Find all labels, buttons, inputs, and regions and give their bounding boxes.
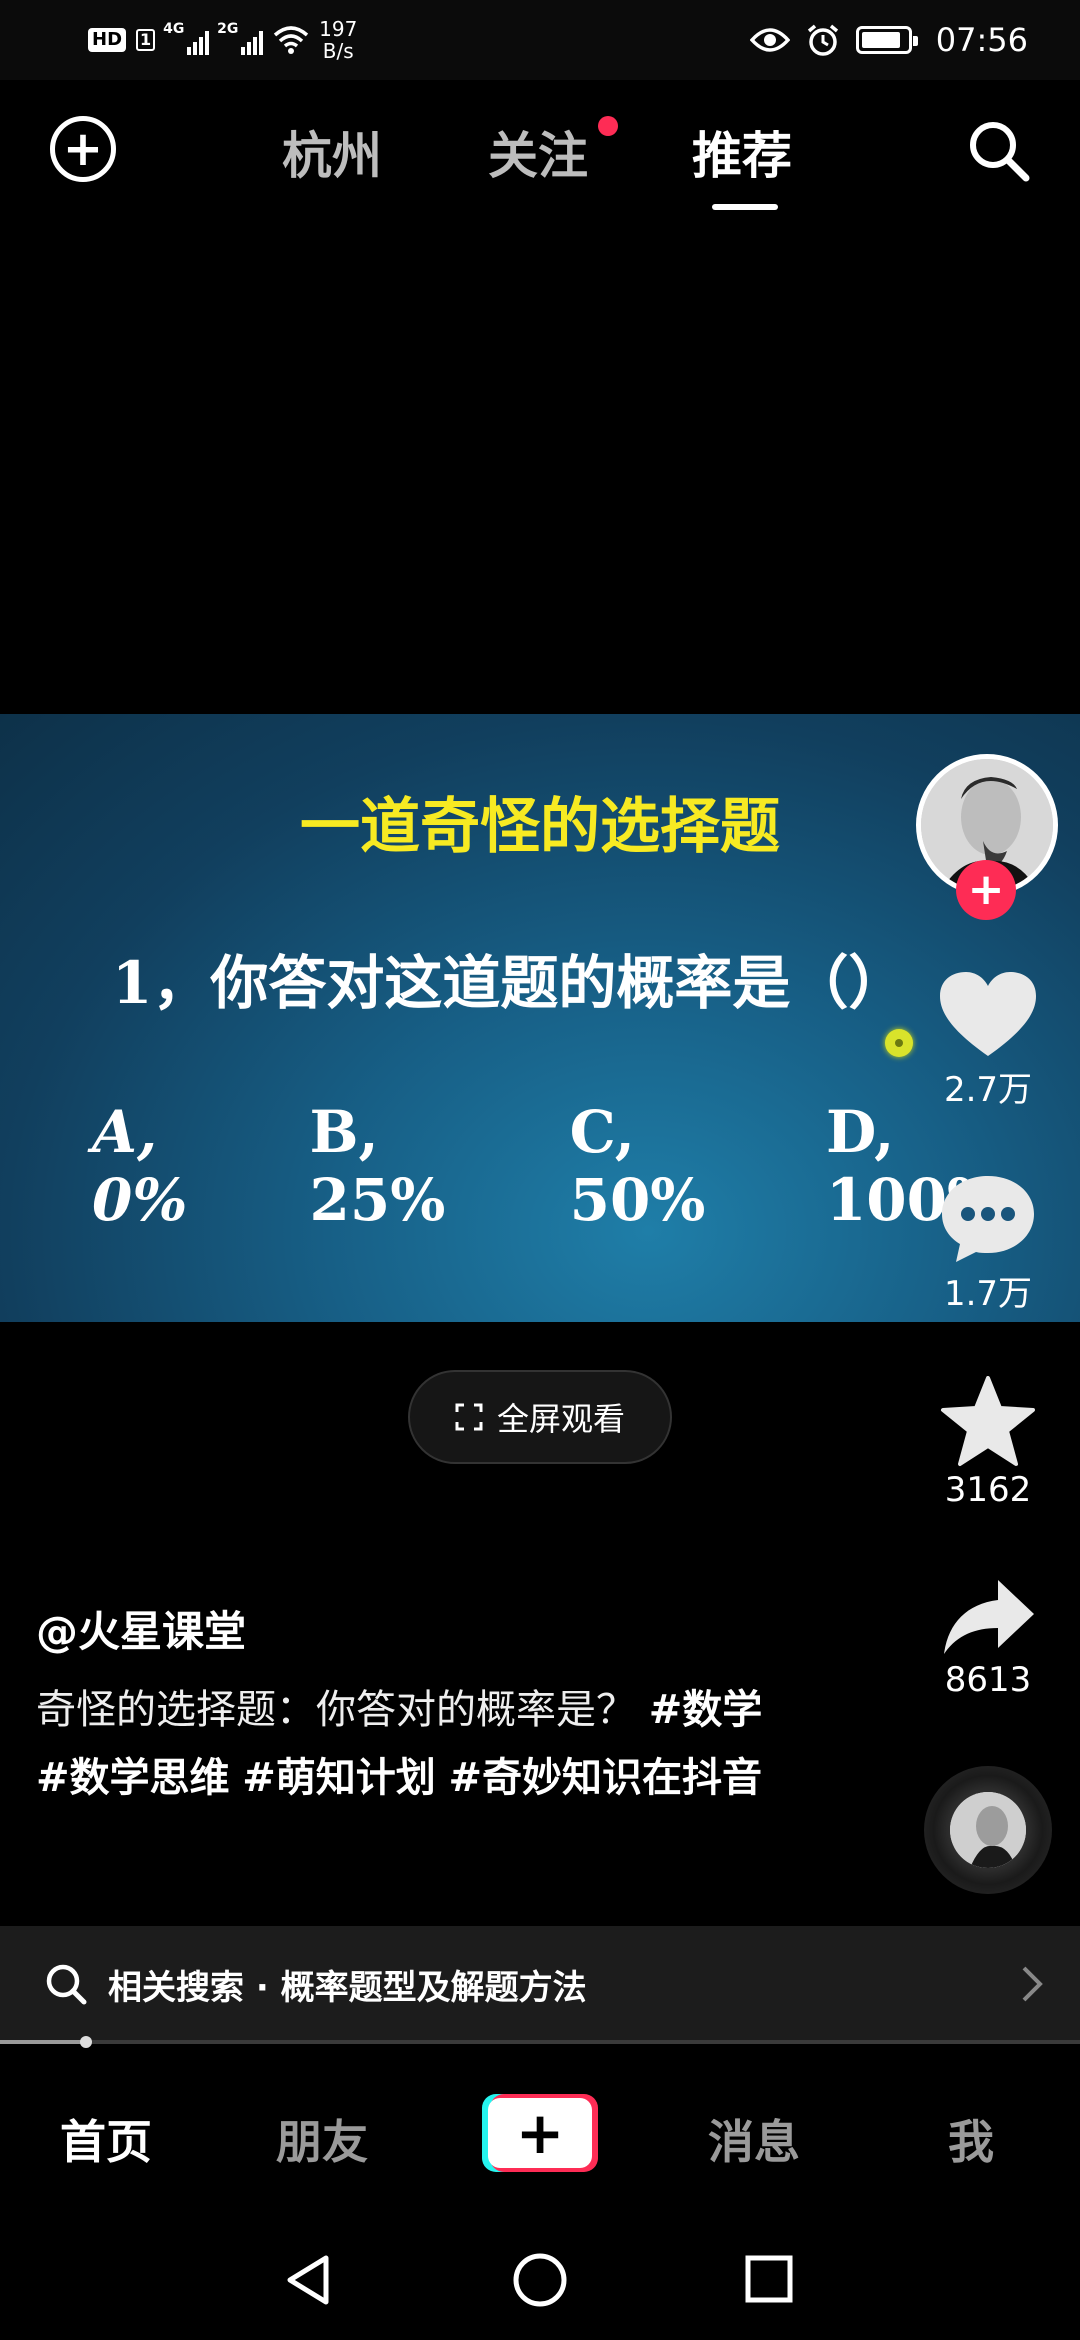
create-plus-icon: + bbox=[488, 2098, 592, 2168]
search-icon[interactable] bbox=[964, 116, 1034, 186]
fullscreen-button[interactable]: 全屏观看 bbox=[408, 1370, 672, 1464]
recents-icon[interactable] bbox=[744, 2254, 794, 2304]
create-button[interactable]: + bbox=[482, 2094, 598, 2172]
star-icon bbox=[941, 1376, 1035, 1466]
video-question-text: 1，你答对这道题的概率是（） bbox=[112, 949, 907, 1017]
notification-dot bbox=[598, 116, 618, 136]
progress-knob[interactable] bbox=[80, 2036, 93, 2048]
like-count: 2.7万 bbox=[943, 1070, 1033, 1110]
music-disc[interactable] bbox=[924, 1766, 1052, 1894]
signal-icon-2: 2G bbox=[217, 21, 264, 55]
comment-icon bbox=[942, 1176, 1034, 1262]
battery-icon bbox=[855, 26, 918, 54]
heart-icon bbox=[940, 972, 1036, 1056]
sim-badge: 1 bbox=[136, 29, 156, 51]
tab-messages[interactable]: 消息 bbox=[708, 2106, 800, 2172]
favorite-button[interactable]: 3162 bbox=[918, 1376, 1058, 1510]
music-cover bbox=[950, 1792, 1026, 1868]
net-speed-value: 197 bbox=[319, 17, 358, 41]
description-text: 奇怪的选择题：你答对的概率是？ bbox=[36, 1687, 636, 1733]
tab-me[interactable]: 我 bbox=[948, 2106, 994, 2172]
comment-button[interactable]: 1.7万 bbox=[918, 1172, 1058, 1315]
option-b: B, 25% bbox=[309, 1098, 446, 1234]
home-icon[interactable] bbox=[512, 2252, 568, 2308]
option-a: A, 0% bbox=[92, 1098, 188, 1234]
hashtag[interactable]: #数学思维 bbox=[36, 1755, 230, 1801]
back-icon[interactable] bbox=[284, 2254, 332, 2306]
wifi-icon bbox=[274, 26, 309, 54]
video-description: 奇怪的选择题：你答对的概率是？ #数学 #数学思维 #萌知计划 #奇妙知识在抖音 bbox=[36, 1676, 776, 1812]
alarm-icon bbox=[807, 24, 838, 56]
status-left: HD 1 4G 2G 197 B/s bbox=[88, 14, 357, 66]
share-count: 8613 bbox=[944, 1660, 1032, 1700]
hashtag[interactable]: #数学 bbox=[649, 1687, 763, 1733]
clock: 07:56 bbox=[935, 21, 1028, 59]
status-right: 07:56 bbox=[749, 14, 1028, 66]
fullscreen-icon bbox=[455, 1403, 483, 1431]
video-progress-bar[interactable] bbox=[0, 2036, 1080, 2048]
tab-hangzhou[interactable]: 杭州 bbox=[282, 116, 382, 188]
comment-count: 1.7万 bbox=[943, 1274, 1033, 1314]
search-icon bbox=[46, 1964, 87, 2005]
hashtag[interactable]: #奇妙知识在抖音 bbox=[448, 1755, 762, 1801]
status-bar: HD 1 4G 2G 197 B/s 07:56 bbox=[0, 0, 1080, 80]
network-type-2: 2G bbox=[217, 21, 239, 37]
music-cover-image bbox=[950, 1792, 1026, 1868]
bottom-tab-bar: 首页 朋友 + 消息 我 bbox=[0, 2060, 1080, 2210]
tab-home[interactable]: 首页 bbox=[60, 2106, 152, 2172]
related-search-bar[interactable]: 相关搜索 · 概率题型及解题方法 bbox=[0, 1926, 1080, 2042]
net-speed: 197 B/s bbox=[319, 18, 357, 62]
tab-recommended[interactable]: 推荐 bbox=[692, 116, 792, 210]
fullscreen-label: 全屏观看 bbox=[496, 1400, 625, 1438]
system-nav-bar bbox=[0, 2210, 1080, 2340]
hashtag[interactable]: #萌知计划 bbox=[242, 1755, 436, 1801]
progress-fill bbox=[0, 2040, 87, 2044]
net-speed-unit: B/s bbox=[322, 39, 354, 63]
related-search-label: 相关搜索 · 概率题型及解题方法 bbox=[108, 1967, 587, 2008]
favorite-count: 3162 bbox=[944, 1470, 1032, 1510]
follow-button[interactable]: + bbox=[956, 860, 1016, 920]
share-button[interactable]: 8613 bbox=[918, 1578, 1058, 1700]
hd-badge: HD bbox=[88, 28, 127, 52]
network-type-1: 4G bbox=[163, 21, 185, 37]
like-button[interactable]: 2.7万 bbox=[918, 970, 1058, 1111]
chevron-right-icon bbox=[1022, 1966, 1043, 2002]
top-nav: + 杭州 关注 推荐 bbox=[0, 80, 1080, 210]
option-c: C, 50% bbox=[569, 1098, 706, 1234]
share-arrow-icon bbox=[944, 1580, 1034, 1654]
author-name[interactable]: @火星课堂 bbox=[36, 1598, 246, 1659]
signal-icon: 4G bbox=[163, 21, 210, 55]
tab-friends[interactable]: 朋友 bbox=[276, 2106, 368, 2172]
eye-icon bbox=[749, 28, 790, 52]
add-circle-icon[interactable]: + bbox=[50, 116, 116, 182]
pointer-dot bbox=[885, 1029, 913, 1057]
tab-following[interactable]: 关注 bbox=[488, 116, 588, 188]
